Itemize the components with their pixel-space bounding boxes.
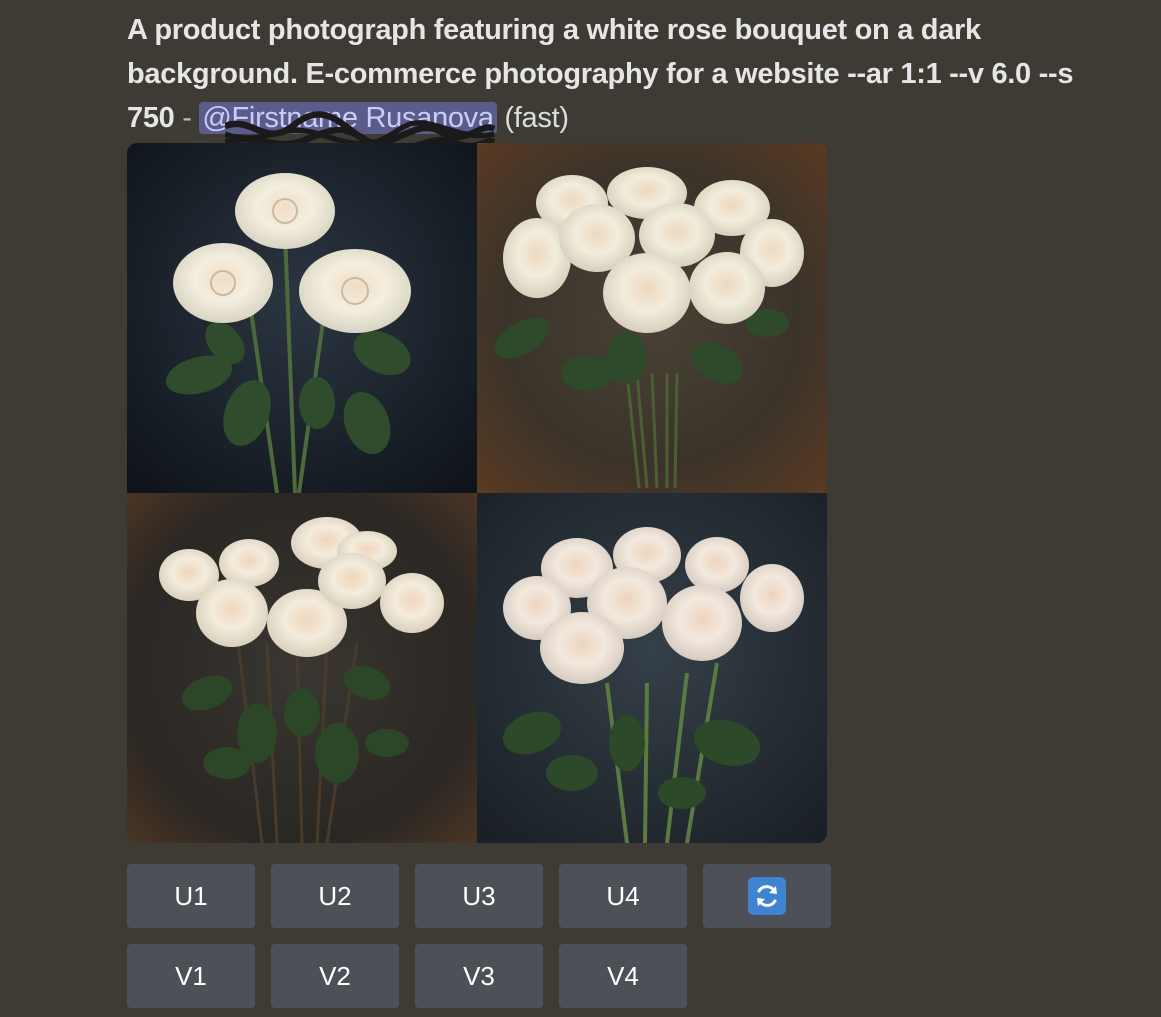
user-mention[interactable]: @Firstname Rusanova	[199, 102, 497, 155]
mention-label: @Firstname Rusanova	[202, 102, 494, 134]
v3-button[interactable]: V3	[415, 944, 543, 1008]
roses-image-3[interactable]	[127, 493, 477, 843]
message: A product photograph featuring a white r…	[127, 8, 1127, 155]
v2-button[interactable]: V2	[271, 944, 399, 1008]
refresh-icon	[748, 877, 786, 915]
variation-button-row: V1 V2 V3 V4	[127, 944, 687, 1008]
roses-image-1-art	[127, 143, 477, 493]
u2-button[interactable]: U2	[271, 864, 399, 928]
roses-image-2-art	[477, 143, 827, 493]
roses-image-4-art	[477, 493, 827, 843]
u4-button[interactable]: U4	[559, 864, 687, 928]
speed-label: (fast)	[496, 102, 569, 134]
image-grid[interactable]	[127, 143, 827, 843]
roses-image-4[interactable]	[477, 493, 827, 843]
v4-button[interactable]: V4	[559, 944, 687, 1008]
u1-button[interactable]: U1	[127, 864, 255, 928]
roses-image-3-art	[127, 493, 477, 843]
separator: -	[174, 102, 200, 134]
upscale-button-row: U1 U2 U3 U4	[127, 864, 831, 928]
prompt-text: A product photograph featuring a white r…	[127, 8, 1127, 155]
v1-button[interactable]: V1	[127, 944, 255, 1008]
roses-image-1[interactable]	[127, 143, 477, 493]
roses-image-2[interactable]	[477, 143, 827, 493]
u3-button[interactable]: U3	[415, 864, 543, 928]
reroll-button[interactable]	[703, 864, 831, 928]
